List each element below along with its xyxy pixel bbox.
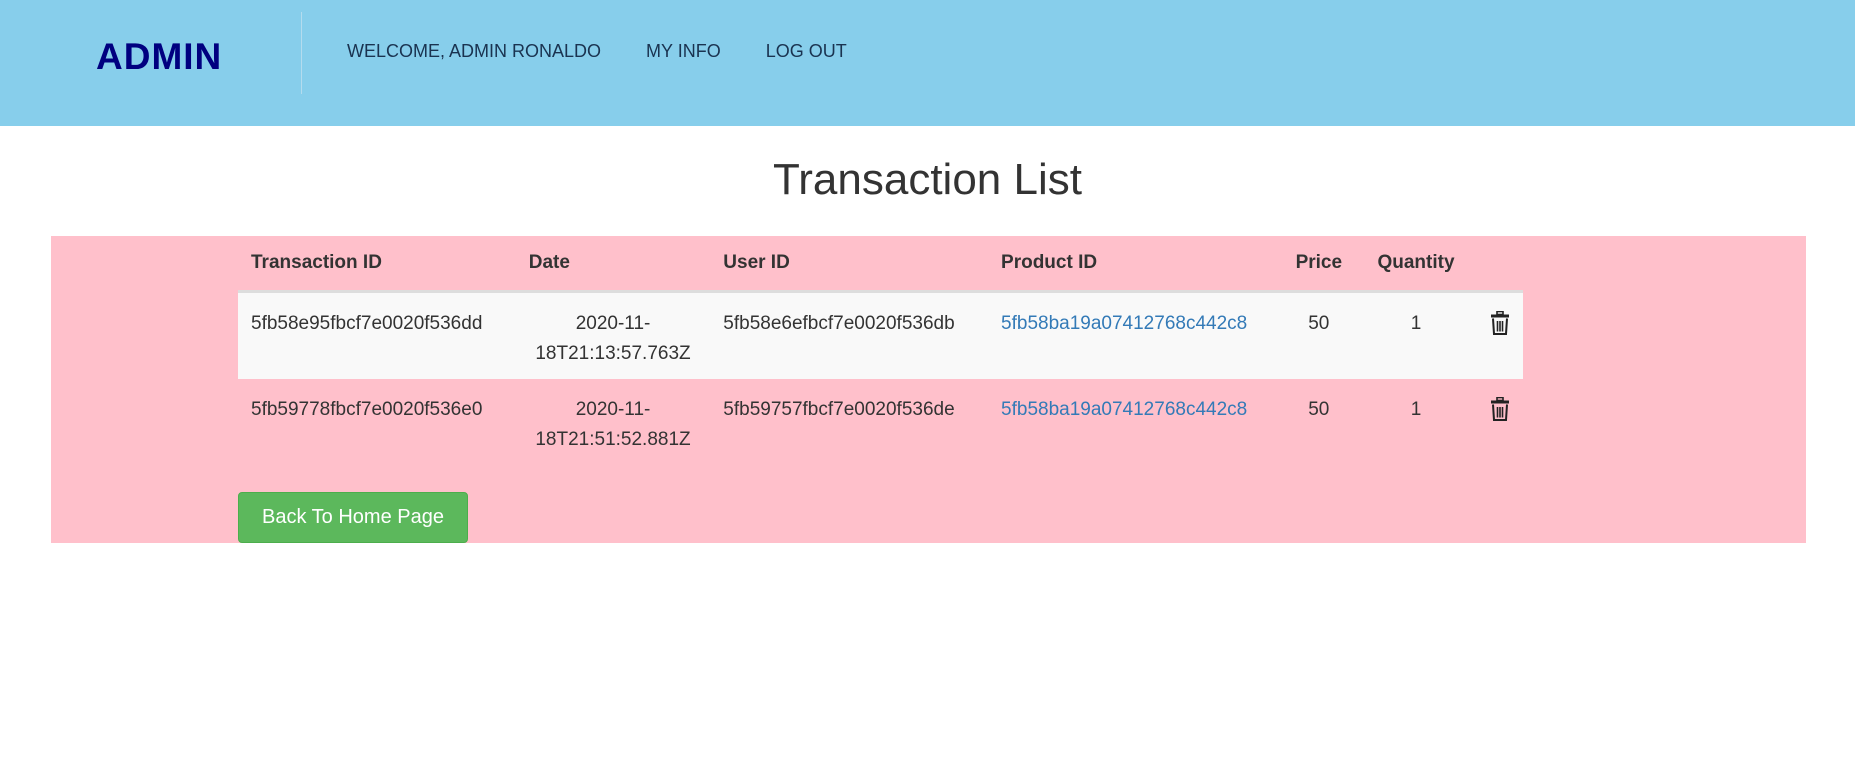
date-line-1: 2020-11- [575,313,651,334]
nav-divider [301,12,302,94]
nav-link-welcome[interactable]: WELCOME, ADMIN RONALDO [347,41,601,62]
table-row: 5fb58e95fbcf7e0020f536dd 2020-11- 18T21:… [238,291,1523,379]
table-header-row: Transaction ID Date User ID Product ID P… [238,236,1523,293]
cell-date: 2020-11- 18T21:51:52.881Z [516,379,711,465]
trash-icon[interactable] [1490,310,1510,335]
cell-quantity: 1 [1410,399,1422,420]
nav-links: WELCOME, ADMIN RONALDO MY INFO LOG OUT [347,41,847,62]
cell-price: 50 [1308,399,1330,420]
cell-date: 2020-11- 18T21:13:57.763Z [515,291,711,379]
header-quantity: Quantity [1355,236,1477,293]
trash-icon[interactable] [1490,396,1510,421]
transaction-table: Transaction ID Date User ID Product ID P… [238,236,1523,465]
transaction-panel: Transaction ID Date User ID Product ID P… [51,236,1806,543]
cell-actions [1477,379,1523,465]
product-id-link[interactable]: 5fb58ba19a07412768c442c8 [1001,313,1247,334]
cell-user-id: 5fb58e6efbcf7e0020f536db [710,291,989,379]
date-line-2: 18T21:13:57.763Z [535,343,691,364]
cell-product-id: 5fb58ba19a07412768c442c8 [988,379,1283,465]
cell-user-id: 5fb59757fbcf7e0020f536de [723,399,955,420]
header-date: Date [515,236,711,293]
page-title: Transaction List [773,155,1082,204]
cell-actions [1476,291,1523,379]
header-price: Price [1282,236,1356,293]
nav-link-my-info[interactable]: MY INFO [646,41,721,62]
date-line-2: 18T21:51:52.881Z [535,429,691,450]
cell-product-id: 5fb58ba19a07412768c442c8 [988,291,1283,379]
header-user-id: User ID [710,236,989,293]
top-navbar: ADMIN WELCOME, ADMIN RONALDO MY INFO LOG… [0,0,1855,126]
header-actions [1476,236,1523,293]
header-product-id: Product ID [988,236,1283,293]
date-line-1: 2020-11- [575,399,651,420]
product-id-link[interactable]: 5fb58ba19a07412768c442c8 [1001,399,1247,420]
header-transaction-id: Transaction ID [238,236,516,293]
cell-transaction-id: 5fb59778fbcf7e0020f536e0 [251,399,483,420]
cell-transaction-id: 5fb58e95fbcf7e0020f536dd [238,291,516,379]
table-row: 5fb59778fbcf7e0020f536e0 2020-11- 18T21:… [238,379,1523,465]
cell-price: 50 [1282,291,1356,379]
back-to-home-button[interactable]: Back To Home Page [238,492,468,543]
cell-quantity: 1 [1355,291,1477,379]
brand-logo[interactable]: ADMIN [96,36,222,78]
nav-link-log-out[interactable]: LOG OUT [766,41,847,62]
